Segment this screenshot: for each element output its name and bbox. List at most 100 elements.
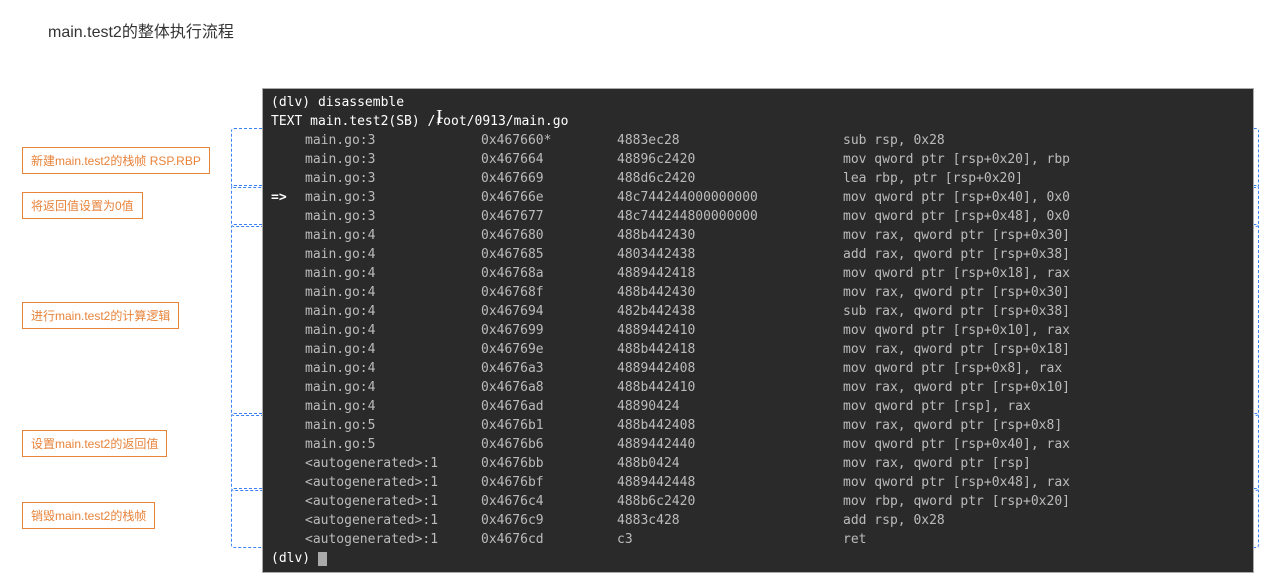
disassembly-row: main.go:40x4676854803442438add rax, qwor… <box>271 245 1245 264</box>
disassembly-row: main.go:40x46768f488b442430mov rax, qwor… <box>271 283 1245 302</box>
cell: mov qword ptr [rsp+0x40], 0x0 <box>843 188 1245 207</box>
cell: 488b442430 <box>617 283 843 302</box>
cell: 0x467694 <box>481 302 617 321</box>
cell: <autogenerated>:1 <box>305 511 481 530</box>
cell: main.go:3 <box>305 131 481 150</box>
cell: mov qword ptr [rsp], rax <box>843 397 1245 416</box>
cell <box>271 207 305 226</box>
cell: main.go:4 <box>305 283 481 302</box>
text-cursor-icon: I <box>436 108 443 127</box>
cell <box>271 321 305 340</box>
disassembly-row: main.go:40x467694482b442438sub rax, qwor… <box>271 302 1245 321</box>
terminal-header-text: TEXT main.test2(SB) /root/0913/main.go <box>271 114 568 129</box>
cell: 0x4676b6 <box>481 435 617 454</box>
cell <box>271 264 305 283</box>
disassembly-row: <autogenerated>:10x4676bb488b0424mov rax… <box>271 454 1245 473</box>
cell: 48890424 <box>617 397 843 416</box>
annotation-destroy-frame: 销毁main.test2的栈帧 <box>22 502 155 529</box>
cell <box>271 302 305 321</box>
disassembly-row: main.go:40x4676a8488b442410mov rax, qwor… <box>271 378 1245 397</box>
cell: sub rsp, 0x28 <box>843 131 1245 150</box>
cell: 488b442418 <box>617 340 843 359</box>
cell <box>271 511 305 530</box>
cell: 0x4676bf <box>481 473 617 492</box>
cell: ret <box>843 530 1245 549</box>
cell: 0x4676bb <box>481 454 617 473</box>
cell: <autogenerated>:1 <box>305 473 481 492</box>
cell: main.go:4 <box>305 340 481 359</box>
cell: main.go:5 <box>305 416 481 435</box>
cell <box>271 416 305 435</box>
cell: 488b442408 <box>617 416 843 435</box>
cell <box>271 245 305 264</box>
cell: 0x4676c4 <box>481 492 617 511</box>
cell: c3 <box>617 530 843 549</box>
cell: 0x4676cd <box>481 530 617 549</box>
disassembly-row: main.go:40x46768a4889442418mov qword ptr… <box>271 264 1245 283</box>
disassembly-row: main.go:40x467680488b442430mov rax, qwor… <box>271 226 1245 245</box>
cell: 0x467660* <box>481 131 617 150</box>
cell <box>271 473 305 492</box>
cell: 488b0424 <box>617 454 843 473</box>
cell: 0x4676b1 <box>481 416 617 435</box>
cell: main.go:4 <box>305 397 481 416</box>
cell: main.go:3 <box>305 207 481 226</box>
cell: 0x467677 <box>481 207 617 226</box>
cursor-block-icon <box>318 552 327 566</box>
cell: add rsp, 0x28 <box>843 511 1245 530</box>
disassembly-row: <autogenerated>:10x4676c4488b6c2420mov r… <box>271 492 1245 511</box>
cell: 48896c2420 <box>617 150 843 169</box>
cell: 0x4676a3 <box>481 359 617 378</box>
disassembly-row: main.go:50x4676b64889442440mov qword ptr… <box>271 435 1245 454</box>
disassembly-table: main.go:30x467660*4883ec28sub rsp, 0x28m… <box>271 131 1245 549</box>
cell: 482b442438 <box>617 302 843 321</box>
cell: main.go:5 <box>305 435 481 454</box>
cell: 0x4676c9 <box>481 511 617 530</box>
debugger-terminal[interactable]: (dlv) disassemble TEXT main.test2(SB) /r… <box>262 88 1254 573</box>
cell <box>271 150 305 169</box>
disassembly-row: main.go:30x467660*4883ec28sub rsp, 0x28 <box>271 131 1245 150</box>
annotation-zero-return: 将返回值设置为0值 <box>22 192 143 219</box>
cell: mov qword ptr [rsp+0x20], rbp <box>843 150 1245 169</box>
cell: mov rax, qword ptr [rsp] <box>843 454 1245 473</box>
cell: 4889442448 <box>617 473 843 492</box>
cell: 0x4676ad <box>481 397 617 416</box>
cell: 4889442440 <box>617 435 843 454</box>
cell <box>271 226 305 245</box>
disassembly-row: =>main.go:30x46766e48c744244000000000mov… <box>271 188 1245 207</box>
cell: main.go:4 <box>305 226 481 245</box>
cell: 488d6c2420 <box>617 169 843 188</box>
cell: main.go:4 <box>305 321 481 340</box>
cell: 0x467699 <box>481 321 617 340</box>
cell: mov qword ptr [rsp+0x8], rax <box>843 359 1245 378</box>
cell: lea rbp, ptr [rsp+0x20] <box>843 169 1245 188</box>
cell: <autogenerated>:1 <box>305 492 481 511</box>
cell: mov rax, qword ptr [rsp+0x8] <box>843 416 1245 435</box>
disassembly-row: main.go:30x46767748c744244800000000mov q… <box>271 207 1245 226</box>
disassembly-row: main.go:30x467669488d6c2420lea rbp, ptr … <box>271 169 1245 188</box>
terminal-header-line: TEXT main.test2(SB) /root/0913/main.go I <box>271 112 1245 131</box>
disassembly-row: main.go:40x4676a34889442408mov qword ptr… <box>271 359 1245 378</box>
cell: 488b442410 <box>617 378 843 397</box>
cell <box>271 283 305 302</box>
cell: 0x467680 <box>481 226 617 245</box>
disassembly-row: main.go:40x46769e488b442418mov rax, qwor… <box>271 340 1245 359</box>
cell: add rax, qword ptr [rsp+0x38] <box>843 245 1245 264</box>
cell: mov rax, qword ptr [rsp+0x30] <box>843 283 1245 302</box>
cell: mov qword ptr [rsp+0x10], rax <box>843 321 1245 340</box>
cell: 4889442408 <box>617 359 843 378</box>
cell: 4803442438 <box>617 245 843 264</box>
cell: 48c744244800000000 <box>617 207 843 226</box>
cell <box>271 435 305 454</box>
cell: 488b442430 <box>617 226 843 245</box>
cell: 4883c428 <box>617 511 843 530</box>
cell: main.go:4 <box>305 264 481 283</box>
cell: main.go:3 <box>305 150 481 169</box>
cell <box>271 492 305 511</box>
cell: 488b6c2420 <box>617 492 843 511</box>
disassembly-row: main.go:40x4676994889442410mov qword ptr… <box>271 321 1245 340</box>
prompt-text: (dlv) <box>271 551 318 566</box>
cell <box>271 530 305 549</box>
cell: mov qword ptr [rsp+0x40], rax <box>843 435 1245 454</box>
terminal-prompt-line: (dlv) disassemble <box>271 93 1245 112</box>
